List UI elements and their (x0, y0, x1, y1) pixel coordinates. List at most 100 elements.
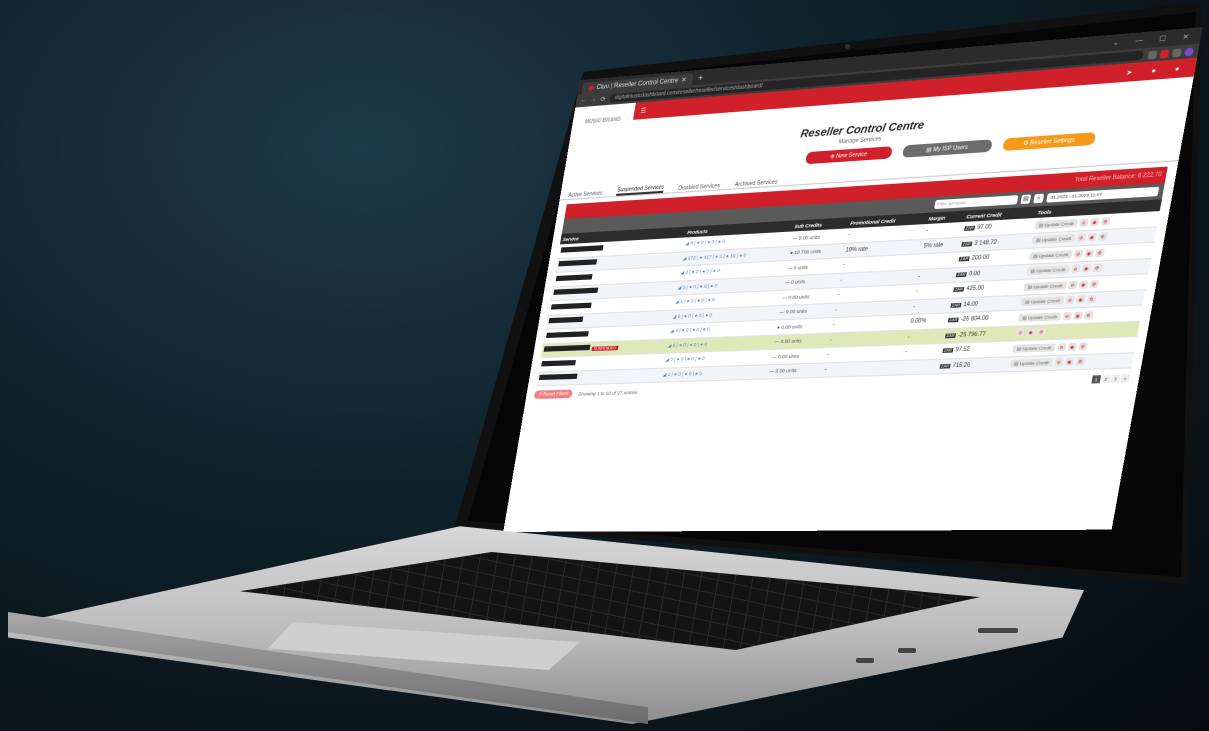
sub-credits-cell: — 0.00 units (765, 362, 824, 379)
view-icon[interactable]: ◉ (1089, 217, 1100, 227)
page-button[interactable]: 1 (1091, 374, 1102, 383)
credit-value: 97.00 (976, 224, 993, 232)
credit-value: 425.00 (965, 285, 985, 293)
view-icon[interactable]: ◉ (1081, 264, 1092, 273)
update-credit-button[interactable]: ▤ Update Credit (1009, 358, 1053, 368)
menu-icon[interactable]: ☰ (640, 107, 647, 115)
settings-icon[interactable]: ⚙ (1092, 263, 1102, 273)
tab-suspended-services[interactable]: Suspended Services (616, 184, 665, 196)
filter-icon[interactable]: ▤ (1020, 194, 1032, 205)
settings-icon[interactable]: ⚙ (1097, 232, 1108, 242)
view-icon[interactable]: ◉ (1078, 280, 1089, 289)
margin-cell: - (909, 297, 950, 315)
redacted-name (555, 273, 593, 281)
new-service-button[interactable]: ⊕ New Service (804, 146, 893, 165)
redacted-name (546, 330, 589, 338)
profile-avatar[interactable] (1184, 46, 1195, 56)
disable-icon[interactable]: ⊘ (1053, 358, 1064, 367)
my-isp-users-button[interactable]: ▤ My ISP Users (901, 139, 993, 158)
settings-icon[interactable]: ⚙ (1086, 295, 1097, 304)
extension-icon[interactable] (1159, 48, 1170, 58)
tab-archived-services[interactable]: Archived Services (734, 179, 778, 188)
disable-icon[interactable]: ⊘ (1076, 233, 1087, 243)
settings-icon[interactable]: ⚙ (1075, 357, 1086, 366)
settings-icon[interactable]: ⚙ (1094, 248, 1105, 257)
disable-icon[interactable]: ⊘ (1015, 328, 1025, 338)
settings-icon[interactable]: ⚙ (1078, 341, 1088, 351)
disable-icon[interactable]: ⊘ (1062, 311, 1073, 321)
settings-icon[interactable]: ⚙ (1036, 328, 1047, 337)
currency-badge: ZAR (958, 256, 970, 262)
view-icon[interactable]: ◉ (1086, 233, 1097, 242)
view-icon[interactable]: ◉ (1084, 248, 1094, 258)
view-icon[interactable]: ◉ (1064, 357, 1075, 367)
products-cell: ◢ 2 | ● 0 | ● 0 | ● 0 (659, 364, 769, 383)
disable-icon[interactable]: ⊘ (1056, 342, 1067, 352)
page-button[interactable]: 2 (1101, 374, 1111, 383)
view-icon[interactable]: ◉ (1075, 295, 1086, 305)
update-credit-button[interactable]: ▤ Update Credit (1023, 280, 1067, 291)
margin-cell: 0.00% (906, 312, 948, 330)
update-credit-button[interactable]: ▤ Update Credit (1026, 265, 1070, 276)
credit-value: -25 804.00 (960, 315, 989, 324)
forward-icon[interactable]: → (590, 96, 597, 103)
redacted-name (548, 316, 584, 324)
update-credit-button[interactable]: ▤ Update Credit (1020, 296, 1065, 307)
background: Cluu | Reseller Control Centre ✕ + ⌄ — ☐… (0, 0, 1209, 731)
extension-icon[interactable] (1147, 49, 1158, 59)
margin-cell (898, 358, 940, 375)
currency-badge: ZAR (955, 271, 967, 278)
margin-cell: - (904, 328, 945, 345)
view-icon[interactable]: ◉ (1072, 311, 1083, 320)
credit-cell: ZAR 715.26 (936, 356, 1010, 374)
settings-icon[interactable]: ⚙ (1089, 279, 1100, 289)
update-credit-button[interactable]: ▤ Update Credit (1012, 343, 1056, 353)
currency-badge: ZAR (945, 333, 957, 338)
reseller-settings-button[interactable]: ⚙ Reseller Settings (1002, 132, 1097, 152)
service-name[interactable] (535, 367, 662, 386)
disable-icon[interactable]: ⊘ (1073, 249, 1084, 258)
disable-icon[interactable]: ⊘ (1079, 218, 1089, 227)
reload-icon[interactable]: ⟳ (600, 95, 606, 103)
tab-active-services[interactable]: Active Services (568, 190, 603, 199)
disable-icon[interactable]: ⊘ (1070, 264, 1081, 274)
settings-icon[interactable]: ⚙ (1083, 310, 1094, 320)
margin-cell: - (912, 282, 953, 300)
redacted-name (538, 373, 578, 381)
back-icon[interactable]: ← (580, 97, 587, 104)
update-credit-button[interactable]: ▤ Update Credit (1018, 312, 1062, 322)
browser-window: Cluu | Reseller Control Centre ✕ + ⌄ — ☐… (503, 27, 1203, 532)
card-slot (978, 628, 1018, 633)
disable-icon[interactable]: ⊘ (1065, 296, 1075, 305)
close-tab-icon[interactable]: ✕ (681, 76, 688, 84)
credit-value: 3 148.72 (973, 238, 998, 247)
disable-icon[interactable]: ⊘ (1067, 280, 1078, 289)
search-icon[interactable]: ⌕ (1033, 193, 1045, 204)
next-page-button[interactable]: » (1120, 373, 1131, 383)
new-tab-icon[interactable]: + (697, 72, 704, 82)
view-icon[interactable]: ◉ (1025, 328, 1036, 337)
credit-value: 97.52 (954, 346, 971, 354)
filter-input[interactable]: Filter services... (934, 195, 1019, 210)
view-icon[interactable]: ◉ (1067, 342, 1078, 351)
update-credit-button[interactable]: ▤ Update Credit (1034, 218, 1079, 230)
pagination: 1 2 3 » (1091, 373, 1131, 383)
currency-badge: ZAR (961, 241, 973, 247)
nav-icons[interactable]: ➤ ● ● (1126, 64, 1189, 77)
currency-badge: ZAR (950, 302, 962, 308)
currency-badge: ZAR (942, 348, 954, 354)
usb-port (898, 648, 916, 653)
reset-filters-button[interactable]: ⟲ Reset Filters (533, 389, 574, 400)
redacted-name (560, 244, 604, 253)
margin-cell: - (901, 343, 942, 360)
currency-badge: ZAR (963, 226, 976, 232)
credit-value: 715.26 (951, 361, 971, 370)
update-credit-button[interactable]: ▤ Update Credit (1031, 234, 1076, 245)
update-credit-button[interactable]: ▤ Update Credit (1029, 249, 1073, 260)
settings-icon[interactable]: ⚙ (1100, 216, 1111, 226)
credit-value: 0.00 (968, 270, 981, 278)
tab-disabled-services[interactable]: Disabled Services (678, 183, 721, 192)
puzzle-icon[interactable] (1171, 47, 1182, 57)
page-button[interactable]: 3 (1110, 374, 1121, 383)
credit-value: -25 796.77 (957, 330, 987, 339)
